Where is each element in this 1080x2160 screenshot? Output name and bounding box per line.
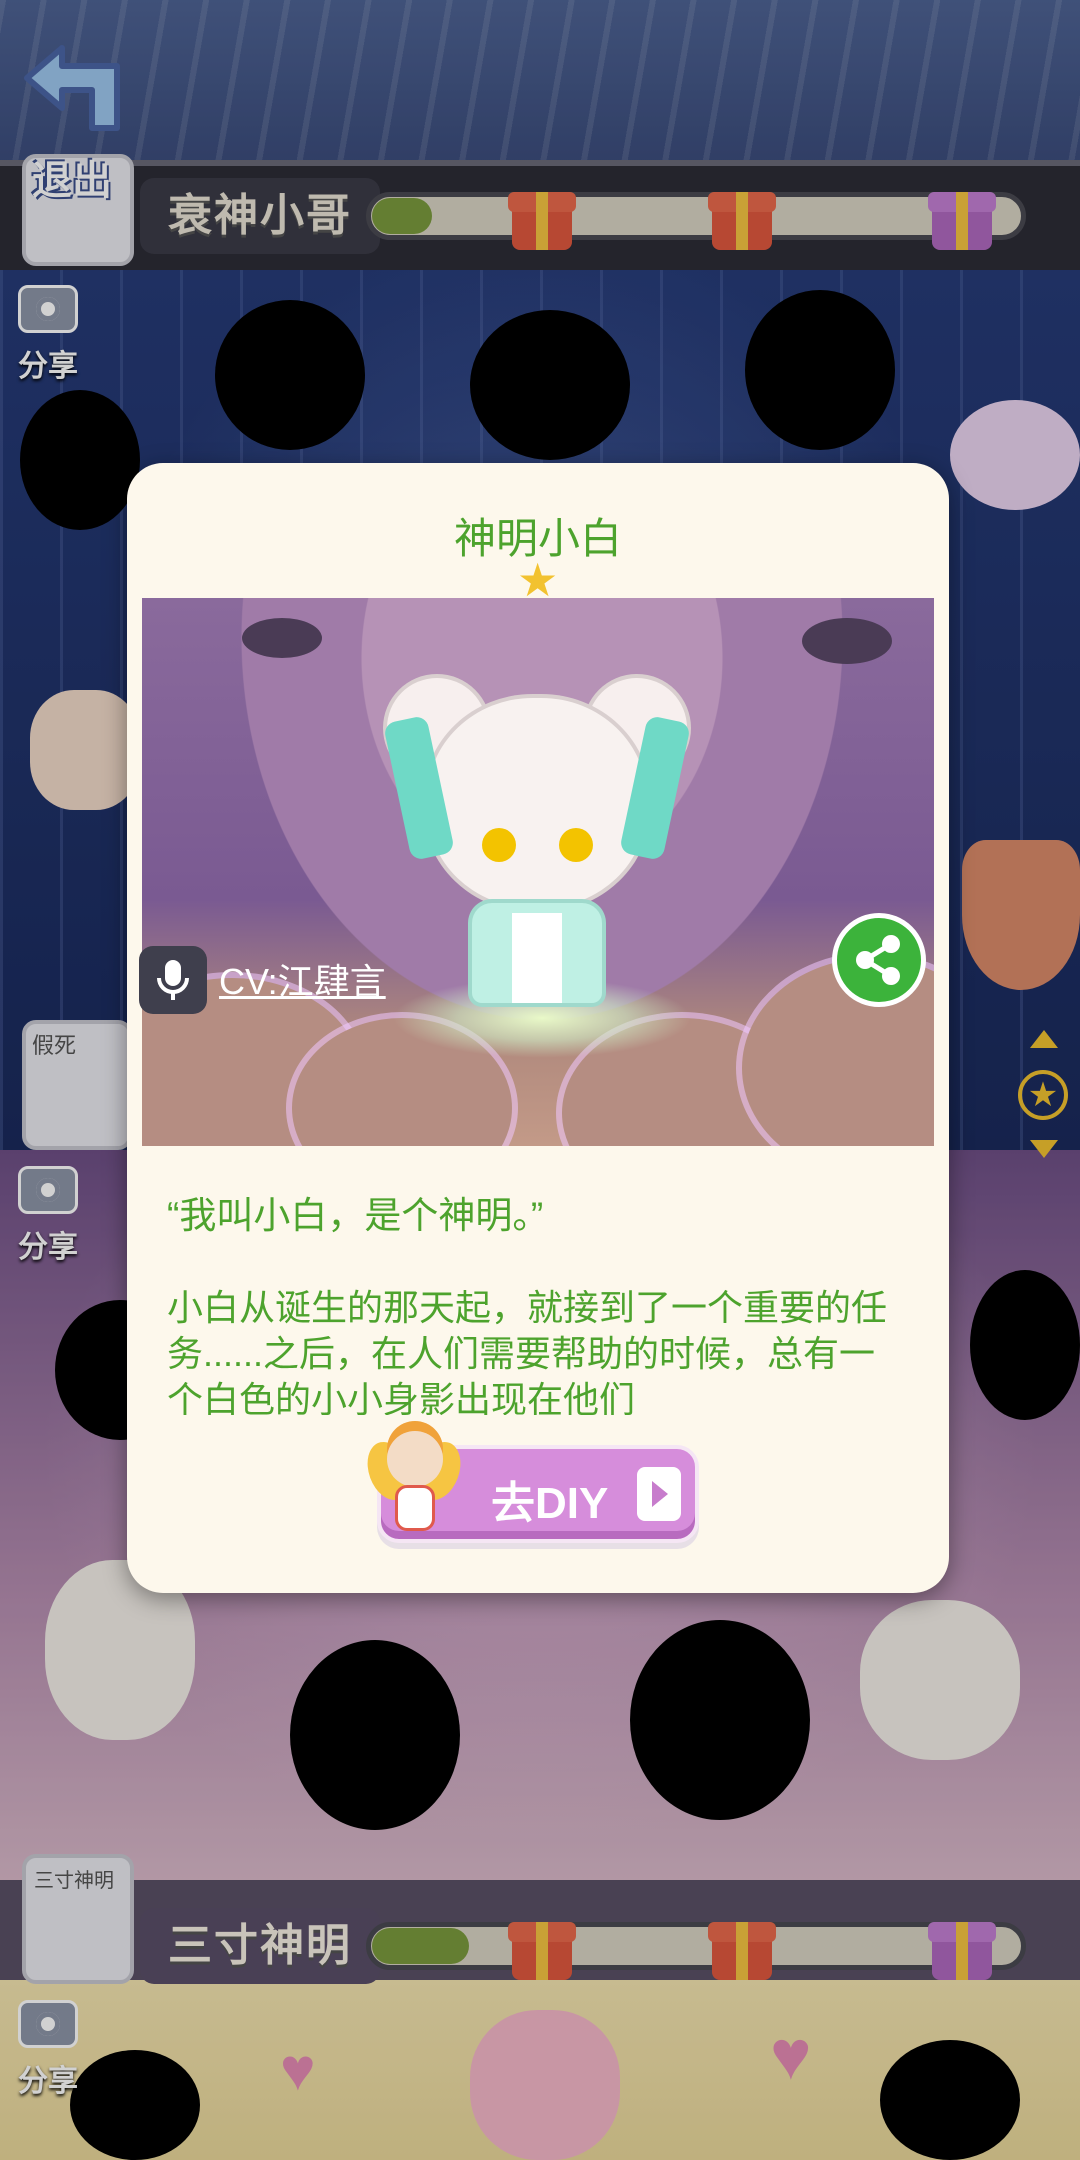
xiaobai-character: [382, 678, 692, 1008]
character-description[interactable]: 小白从诞生的那天起，就接到了一个重要的任务......之后，在人们需要帮助的时候…: [167, 1285, 907, 1415]
character-quote: “我叫小白，是个神明。”: [167, 1195, 544, 1236]
play-arrow-icon: [637, 1467, 681, 1521]
go-diy-button[interactable]: 去DIY: [359, 1431, 699, 1543]
share-character-button[interactable]: [832, 913, 926, 1007]
microphone-icon: [157, 960, 189, 1000]
share-icon: [856, 935, 900, 985]
voice-actor-link[interactable]: CV:江肆言: [219, 953, 386, 1005]
mascot-icon: [359, 1421, 469, 1541]
character-artwork: [142, 598, 934, 1146]
go-diy-label: 去DIY: [491, 1479, 609, 1528]
character-detail-modal: 神明小白 ★ CV:江肆言 “我叫小白，是个神明。” 小白从诞生的那天起，就接到…: [127, 463, 949, 1593]
voice-play-button[interactable]: [139, 946, 207, 1014]
